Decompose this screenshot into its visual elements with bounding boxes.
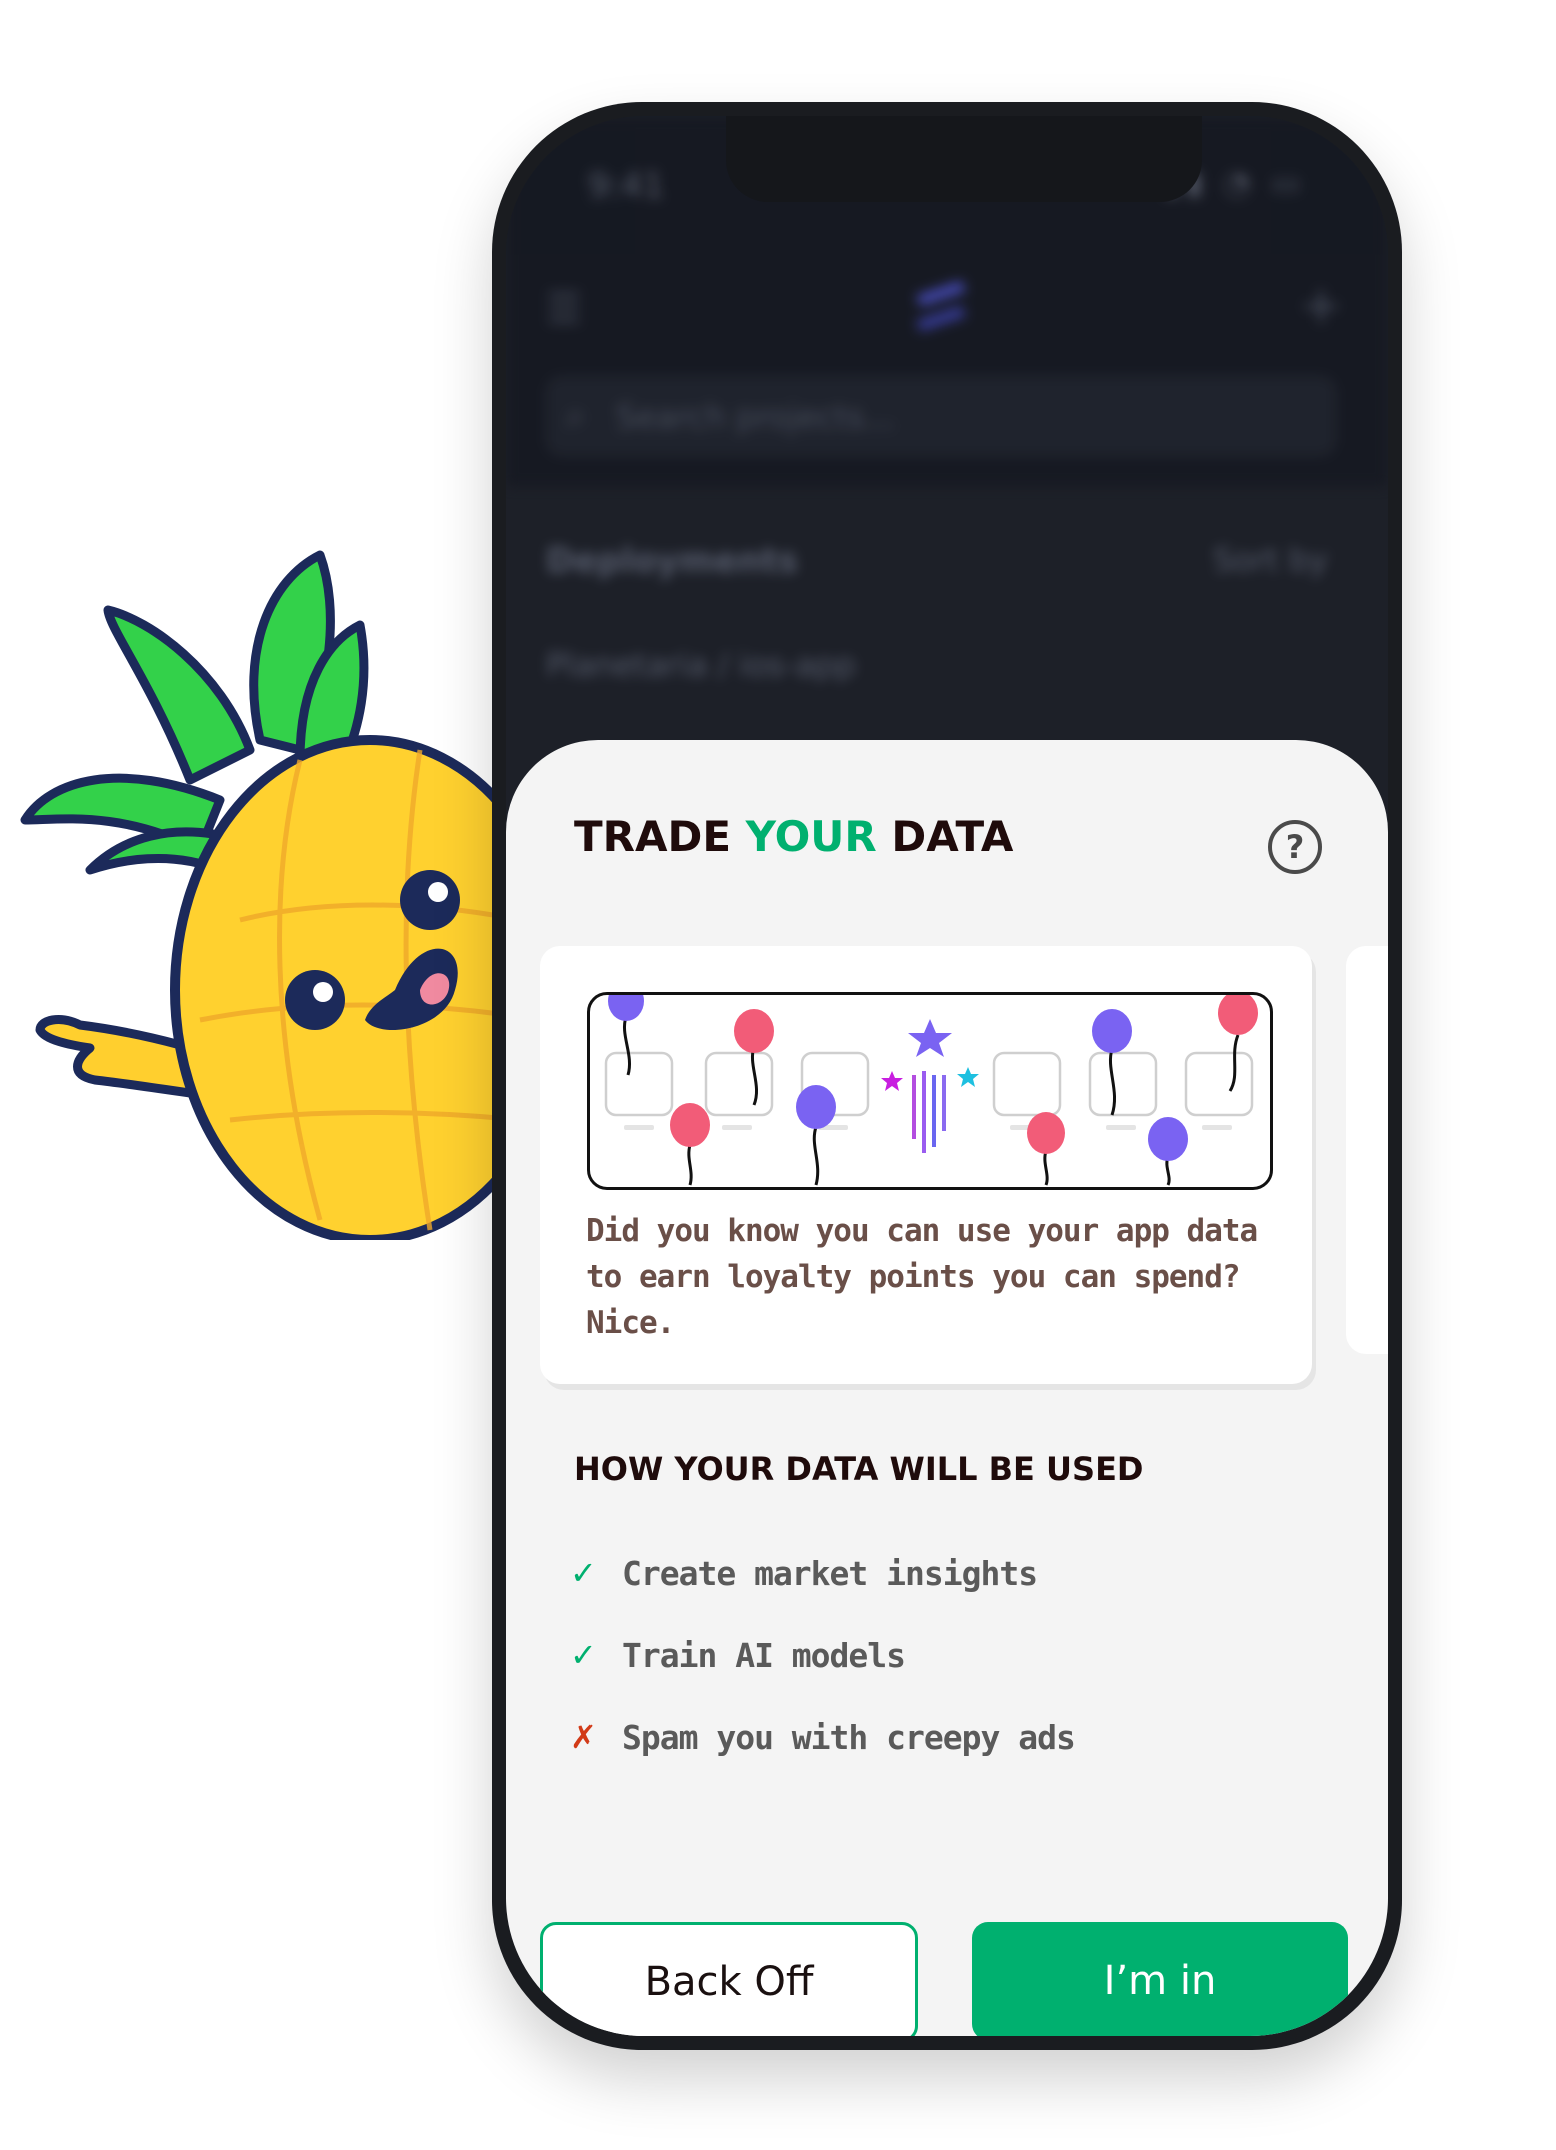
sort-button[interactable]: Sort by — [1213, 541, 1328, 579]
trade-data-sheet: TRADE YOUR DATA ? Did you know you can u… — [506, 740, 1388, 2036]
usage-item: ✓ Create market insights — [570, 1548, 1038, 1598]
phone-frame: 9:41 ▮▮ ◔ ▭ ☰ + ⌕ Search projects... Dep… — [492, 102, 1402, 2050]
accept-button[interactable]: I’m in — [972, 1922, 1348, 2036]
back-off-button[interactable]: Back Off — [540, 1922, 918, 2036]
usage-item-text: Create market insights — [622, 1553, 1038, 1593]
check-icon: ✓ — [570, 1636, 597, 1674]
usage-item: ✗ Spam you with creepy ads — [570, 1712, 1076, 1762]
balloons-illustration — [587, 992, 1273, 1190]
title-highlight: YOUR — [745, 812, 877, 861]
add-icon[interactable]: + — [1300, 276, 1342, 334]
section-title: Deployments — [546, 541, 798, 581]
star-icon — [881, 1019, 979, 1153]
next-card-peek[interactable] — [1346, 946, 1388, 1354]
list-item[interactable]: Planetaria / ios-app — [546, 646, 856, 684]
usage-item: ✓ Train AI models — [570, 1630, 906, 1680]
card-description: Did you know you can use your app data t… — [586, 1213, 1258, 1341]
info-card[interactable]: Did you know you can use your app data t… — [540, 946, 1312, 1384]
sheet-title: TRADE YOUR DATA — [574, 812, 1013, 861]
pineapple-mascot — [20, 550, 560, 1240]
app-logo-icon — [916, 281, 966, 331]
help-icon[interactable]: ? — [1268, 820, 1322, 874]
phone-screen: 9:41 ▮▮ ◔ ▭ ☰ + ⌕ Search projects... Dep… — [506, 116, 1388, 2036]
check-icon: ✓ — [570, 1554, 597, 1592]
usage-item-text: Train AI models — [622, 1635, 906, 1675]
usage-item-text: Spam you with creepy ads — [622, 1717, 1076, 1757]
search-placeholder: Search projects... — [616, 398, 895, 436]
title-part-1: TRADE — [574, 812, 746, 861]
phone-notch — [726, 116, 1202, 202]
status-time: 9:41 — [588, 166, 665, 206]
menu-icon[interactable]: ☰ — [546, 286, 582, 332]
cross-icon: ✗ — [570, 1718, 597, 1756]
search-icon: ⌕ — [566, 396, 586, 436]
title-part-2: DATA — [876, 812, 1014, 861]
usage-title: HOW YOUR DATA WILL BE USED — [574, 1450, 1144, 1488]
